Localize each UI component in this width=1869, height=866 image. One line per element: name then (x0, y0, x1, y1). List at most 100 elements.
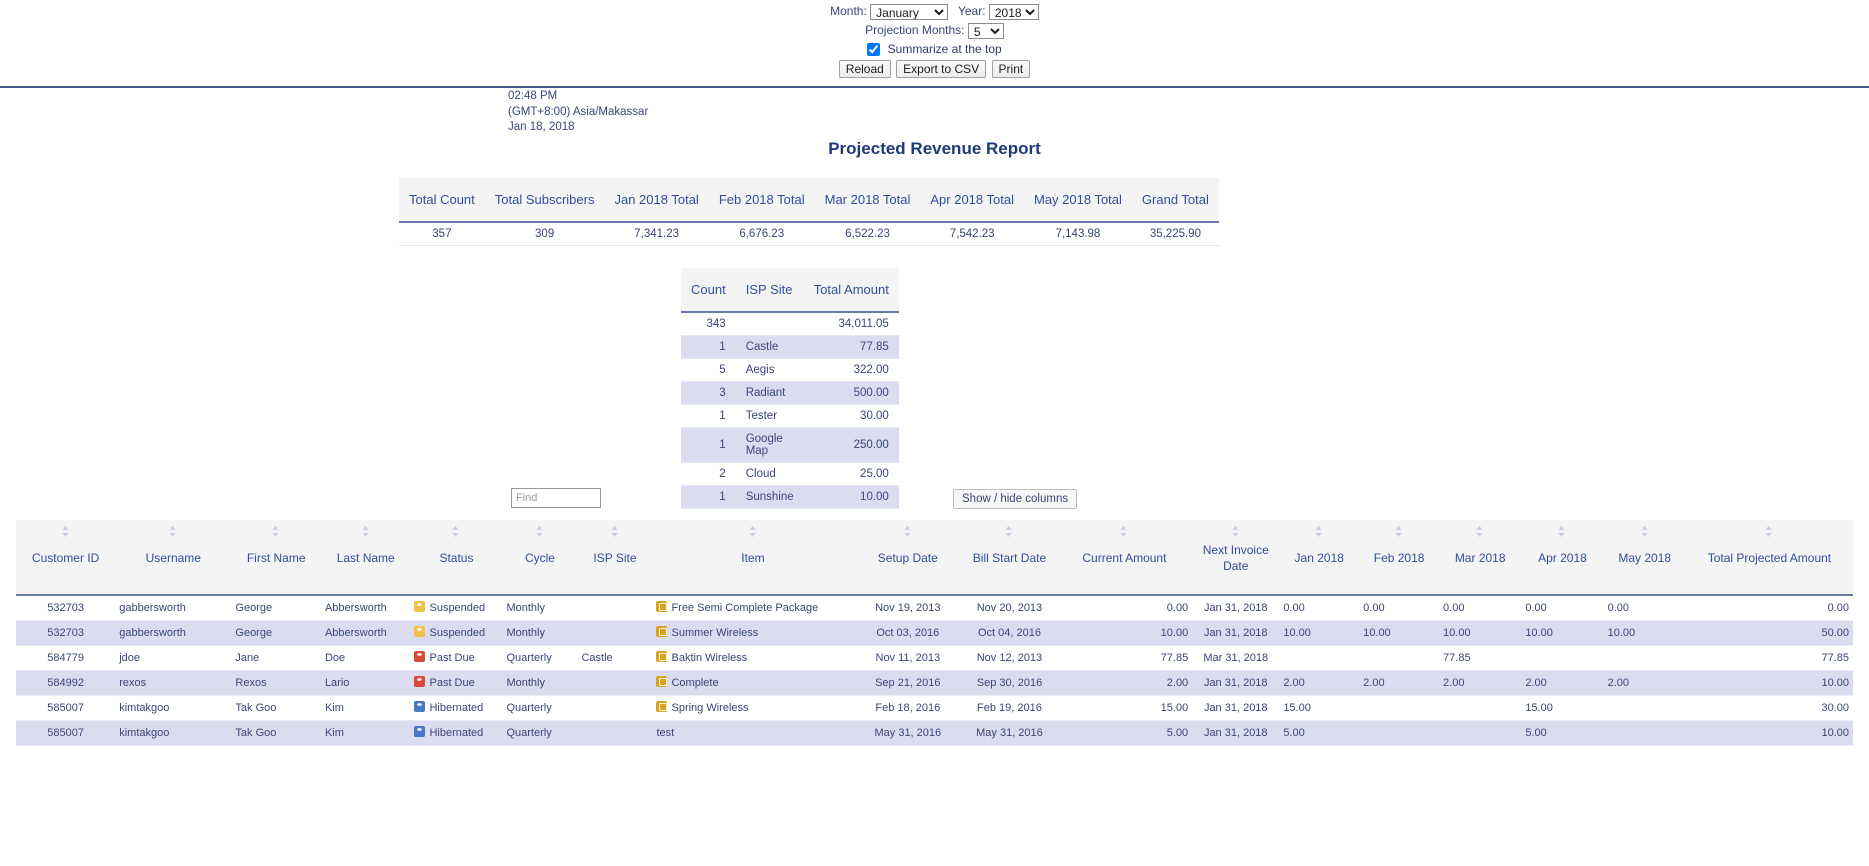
timestamp-timezone: (GMT+8:00) Asia/Makassar (508, 105, 649, 118)
summarize-checkbox[interactable] (867, 43, 881, 57)
reload-button[interactable]: Reload (838, 60, 891, 78)
cell-current-amount: 10.00 (1056, 620, 1193, 646)
grid-header-mar-2018[interactable]: Mar 2018 (1439, 520, 1522, 596)
isp-amount-cell: 77.85 (803, 335, 899, 359)
grid-header-label: Feb 2018 (1373, 551, 1425, 565)
status-hibernated-icon (414, 726, 426, 737)
cell-mar: 2.00 (1439, 670, 1522, 696)
sort-arrows-icon[interactable] (1005, 526, 1014, 537)
sort-arrows-icon[interactable] (1640, 526, 1649, 537)
grid-header-customer-id[interactable]: Customer ID (16, 520, 116, 596)
grid-header-last-name[interactable]: Last Name (320, 520, 411, 596)
grid-header-may-2018[interactable]: May 2018 (1603, 520, 1686, 596)
grid-header-isp-site[interactable]: ISP Site (577, 520, 653, 596)
show-hide-columns-button[interactable]: Show / hide columns (953, 489, 1078, 509)
grid-header-label: Bill Start Date (972, 551, 1047, 565)
isp-amount-cell: 25.00 (803, 462, 899, 486)
grid-header-label: Username (145, 551, 201, 565)
sort-arrows-icon[interactable] (1476, 526, 1485, 537)
grid-header-label: May 2018 (1618, 551, 1672, 565)
cell-next-invoice-date: Jan 31, 2018 (1192, 720, 1280, 746)
table-row[interactable]: 585007 kimtakgoo Tak Goo Kim Hibernated Quart… (16, 720, 1853, 746)
timestamp-date: Jan 18, 2018 (508, 121, 575, 133)
cell-setup-date: Oct 03, 2016 (853, 620, 963, 646)
sort-arrows-icon[interactable] (748, 526, 757, 537)
grid-header-label: ISP Site (593, 551, 637, 565)
grid-header-jan-2018[interactable]: Jan 2018 (1279, 520, 1360, 596)
sort-arrows-icon[interactable] (61, 526, 70, 537)
cell-feb (1359, 720, 1440, 746)
sort-arrows-icon[interactable] (903, 526, 912, 537)
sort-arrows-icon[interactable] (272, 526, 281, 537)
year-select[interactable]: 2018 (988, 4, 1039, 20)
sort-arrows-icon[interactable] (452, 526, 461, 537)
sort-arrows-icon[interactable] (1765, 526, 1774, 537)
grid-header-setup-date[interactable]: Setup Date (853, 520, 963, 596)
find-input[interactable] (511, 488, 601, 508)
grid-header-cycle[interactable]: Cycle (502, 520, 578, 596)
cell-total: 50.00 (1685, 620, 1853, 646)
cell-isp-site (577, 595, 653, 621)
grid-header-current-amount[interactable]: Current Amount (1056, 520, 1193, 596)
cell-status: Hibernated (410, 695, 503, 721)
sort-arrows-icon[interactable] (1120, 526, 1129, 537)
grid-header-bill-start-date[interactable]: Bill Start Date (962, 520, 1057, 596)
grid-header-item[interactable]: Item (652, 520, 854, 596)
cell-current-amount: 77.85 (1056, 645, 1193, 671)
sort-arrows-icon[interactable] (169, 526, 178, 537)
grid-header-apr-2018[interactable]: Apr 2018 (1521, 520, 1604, 596)
table-row[interactable]: 532703 gabbersworth George Abbersworth Suspe… (16, 620, 1853, 646)
isp-count-cell: 1 (681, 335, 736, 359)
grid-header-username[interactable]: Username (115, 520, 232, 596)
grid-header-status[interactable]: Status (410, 520, 503, 596)
item-label: Complete (671, 677, 719, 689)
cell-first-name: Tak Goo (231, 695, 321, 721)
print-button[interactable]: Print (991, 60, 1031, 78)
cell-username: jdoe (115, 645, 232, 671)
grid-header-next-invoice-date[interactable]: Next Invoice Date (1192, 520, 1280, 596)
cell-may: 10.00 (1603, 620, 1686, 646)
sort-arrows-icon[interactable] (535, 526, 544, 537)
grid-header-label: Next Invoice Date (1202, 543, 1269, 573)
grid-header-total-projected-amount[interactable]: Total Projected Amount (1685, 520, 1853, 596)
totals-header-cell: Apr 2018 Total (920, 178, 1024, 223)
grid-header-first-name[interactable]: First Name (231, 520, 321, 596)
report-page: Month: January Year: 2018 Projection Mon… (0, 0, 1869, 866)
cell-next-invoice-date: Jan 31, 2018 (1192, 695, 1280, 721)
sort-arrows-icon[interactable] (1558, 526, 1567, 537)
sort-arrows-icon[interactable] (1231, 526, 1240, 537)
isp-site-cell: Tester (735, 404, 804, 428)
cell-cycle: Quarterly (502, 695, 578, 721)
table-row[interactable]: 585007 kimtakgoo Tak Goo Kim Hibernated Quart… (16, 695, 1853, 721)
cell-feb: 10.00 (1359, 620, 1440, 646)
cell-bill-start-date: May 31, 2016 (962, 720, 1057, 746)
table-row[interactable]: 584992 rexos Rexos Lario Past Due Monthly Comp… (16, 670, 1853, 696)
package-icon (656, 651, 668, 662)
cell-first-name: Rexos (231, 670, 321, 696)
cell-bill-start-date: Feb 19, 2016 (962, 695, 1057, 721)
item-label: Baktin Wireless (671, 652, 748, 664)
cell-apr: 2.00 (1521, 670, 1604, 696)
totals-value-cell: 7,341.23 (604, 222, 709, 246)
sort-arrows-icon[interactable] (1315, 526, 1324, 537)
grid-header-feb-2018[interactable]: Feb 2018 (1359, 520, 1440, 596)
cell-may (1603, 695, 1686, 721)
cell-isp-site (577, 695, 653, 721)
package-icon (656, 676, 668, 687)
status-badge: Hibernated (429, 727, 484, 739)
projection-months-select[interactable]: 5 (967, 23, 1004, 39)
table-row[interactable]: 584779 jdoe Jane Doe Past Due Quarterly Castle… (16, 645, 1853, 671)
sort-arrows-icon[interactable] (1395, 526, 1404, 537)
cell-setup-date: May 31, 2016 (853, 720, 963, 746)
sort-arrows-icon[interactable] (361, 526, 370, 537)
sort-arrows-icon[interactable] (610, 526, 619, 537)
timestamp-block: 02:48 PM (GMT+8:00) Asia/Makassar Jan 18… (508, 89, 648, 136)
isp-amount-cell: 30.00 (803, 404, 899, 428)
month-label: Month: (830, 4, 867, 19)
export-csv-button[interactable]: Export to CSV (896, 60, 987, 78)
cell-mar: 77.85 (1439, 645, 1522, 671)
cell-item: Summer Wireless (652, 620, 854, 646)
table-row[interactable]: 532703 gabbersworth George Abbersworth Suspe… (16, 595, 1853, 621)
month-select[interactable]: January (870, 4, 949, 20)
totals-summary-table: Total Count Total Subscribers Jan 2018 Tot… (399, 178, 1219, 246)
